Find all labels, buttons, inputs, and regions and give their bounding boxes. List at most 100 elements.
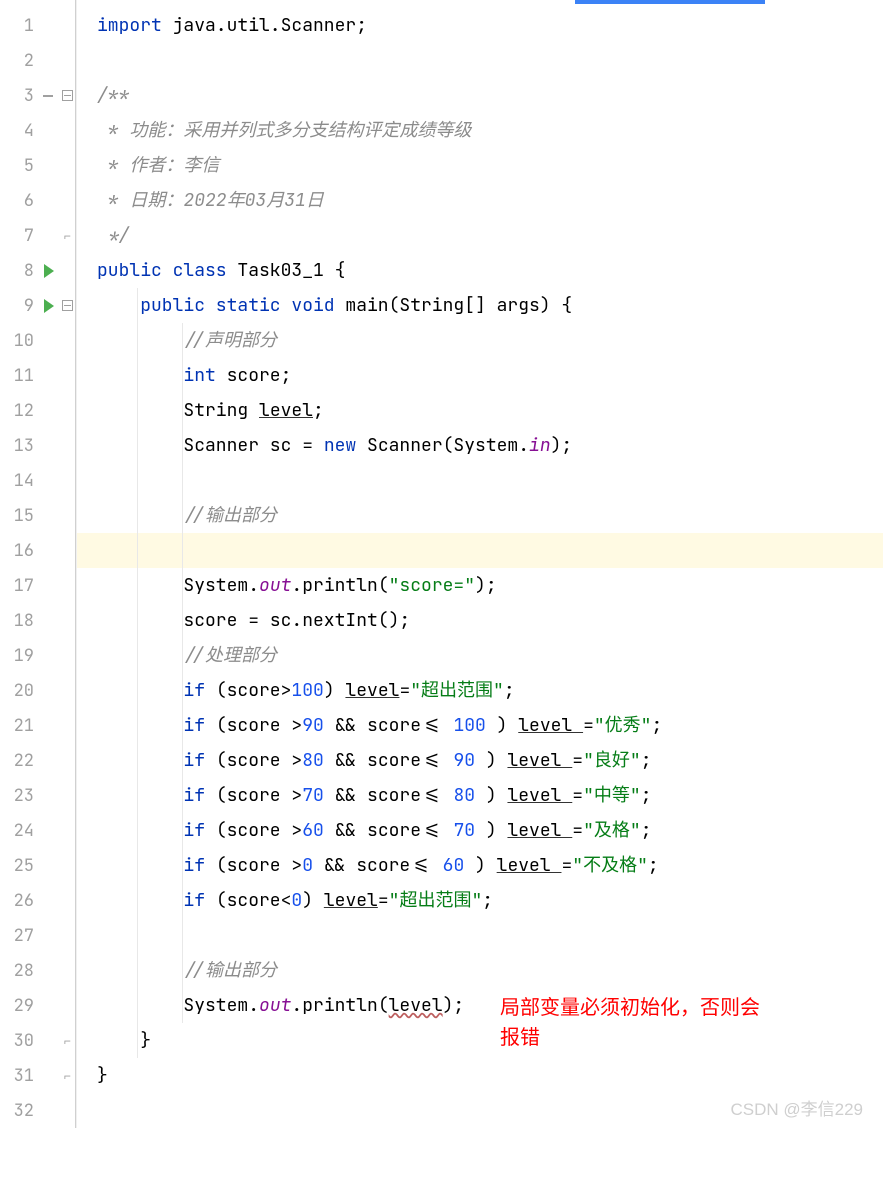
run-icon[interactable] [44, 264, 54, 278]
code-editor[interactable]: 1234567⌐89101112131415161718192021222324… [0, 0, 883, 1128]
indent [97, 994, 183, 1017]
code-line[interactable]: if (score >0 && score<= 60 ) level ="不及格… [77, 848, 883, 883]
gutter-row[interactable]: 29 [0, 988, 75, 1023]
code-line[interactable]: } [77, 1023, 883, 1058]
code-line[interactable]: score = sc.nextInt(); [77, 603, 883, 638]
code-line[interactable]: * 作者：李信 [77, 148, 883, 183]
code-line[interactable] [77, 918, 883, 953]
code-line[interactable]: public static void main(String[] args) { [77, 288, 883, 323]
code-area[interactable]: import java.util.Scanner; /** * 功能：采用并列式多… [76, 0, 883, 1128]
gutter-row[interactable]: 17 [0, 568, 75, 603]
code-line[interactable]: if (score >80 && score<= 90 ) level ="良好… [77, 743, 883, 778]
code-line[interactable] [77, 43, 883, 78]
code-token: System. [183, 994, 259, 1017]
line-number: 5 [0, 155, 38, 177]
code-line[interactable]: //处理部分 [77, 638, 883, 673]
code-line[interactable]: Scanner sc = new Scanner(System.in); [77, 428, 883, 463]
code-token: import [97, 14, 173, 37]
code-line[interactable]: } [77, 1058, 883, 1093]
code-line[interactable]: //声明部分 [77, 323, 883, 358]
code-token: } [140, 1029, 151, 1052]
code-line[interactable]: if (score >70 && score<= 80 ) level ="中等… [77, 778, 883, 813]
code-token: Scanner(System. [367, 434, 529, 457]
gutter-row[interactable]: 12 [0, 393, 75, 428]
code-line[interactable]: if (score<0) level="超出范围"; [77, 883, 883, 918]
gutter-row[interactable]: 7⌐ [0, 218, 75, 253]
code-line[interactable]: /** [77, 78, 883, 113]
gutter-row[interactable]: 8 [0, 253, 75, 288]
code-token: "score=" [389, 574, 475, 597]
gutter-row[interactable]: 13 [0, 428, 75, 463]
gutter-row[interactable]: 10 [0, 323, 75, 358]
gutter-row[interactable]: 32 [0, 1093, 75, 1128]
gutter-row[interactable]: 26 [0, 883, 75, 918]
gutter-row[interactable]: 2 [0, 43, 75, 78]
fold-collapse-icon[interactable] [62, 90, 73, 101]
gutter-row[interactable]: 19 [0, 638, 75, 673]
code-line[interactable]: System.out.println("score="); [77, 568, 883, 603]
code-line[interactable]: if (score>100) level="超出范围"; [77, 673, 883, 708]
code-token: */ [97, 224, 129, 247]
gutter-row[interactable]: 11 [0, 358, 75, 393]
indent [97, 749, 183, 772]
gutter-row[interactable]: 5 [0, 148, 75, 183]
indent-guide [182, 988, 183, 1023]
gutter-row[interactable]: 31⌐ [0, 1058, 75, 1093]
code-token: (score > [216, 749, 302, 772]
code-line[interactable] [77, 463, 883, 498]
code-token: && score<= [324, 854, 443, 877]
gutter: 1234567⌐89101112131415161718192021222324… [0, 0, 76, 1128]
code-token: 100 [291, 679, 323, 702]
code-line[interactable]: int score; [77, 358, 883, 393]
gutter-row[interactable]: 16 [0, 533, 75, 568]
code-line[interactable]: String level; [77, 393, 883, 428]
gutter-row[interactable]: 24 [0, 813, 75, 848]
code-line[interactable]: if (score >60 && score<= 70 ) level ="及格… [77, 813, 883, 848]
gutter-row[interactable]: 14 [0, 463, 75, 498]
code-line[interactable]: * 功能：采用并列式多分支结构评定成绩等级 [77, 113, 883, 148]
code-line[interactable]: import java.util.Scanner; [77, 8, 883, 43]
annotation-line-2: 报错 [500, 1023, 760, 1053]
line-number: 9 [0, 295, 38, 317]
code-token: = [378, 889, 389, 912]
line-number: 4 [0, 120, 38, 142]
watermark: CSDN @李信229 [730, 1095, 863, 1120]
expand-icon [43, 95, 53, 97]
run-icon[interactable] [44, 299, 54, 313]
code-line[interactable]: */ [77, 218, 883, 253]
gutter-row[interactable]: 21 [0, 708, 75, 743]
gutter-row[interactable]: 25 [0, 848, 75, 883]
code-line[interactable] [77, 533, 883, 568]
code-token: level [507, 819, 572, 842]
indent [97, 784, 183, 807]
code-line[interactable]: if (score >90 && score<= 100 ) level ="优… [77, 708, 883, 743]
indent-guide [182, 953, 183, 988]
indent-guide [182, 323, 183, 358]
gutter-row[interactable]: 20 [0, 673, 75, 708]
line-number: 22 [0, 750, 38, 772]
code-token: level [259, 399, 313, 422]
gutter-row[interactable]: 22 [0, 743, 75, 778]
gutter-row[interactable]: 18 [0, 603, 75, 638]
gutter-row[interactable]: 1 [0, 8, 75, 43]
gutter-row[interactable]: 23 [0, 778, 75, 813]
indent-guide [137, 778, 138, 813]
gutter-row[interactable]: 28 [0, 953, 75, 988]
gutter-row[interactable]: 15 [0, 498, 75, 533]
gutter-row[interactable]: 9 [0, 288, 75, 323]
code-line[interactable]: //输出部分 [77, 498, 883, 533]
gutter-row[interactable]: 27 [0, 918, 75, 953]
line-number: 30 [0, 1030, 38, 1052]
code-token: score = sc.nextInt(); [183, 609, 410, 632]
code-line[interactable]: public class Task03_1 { [77, 253, 883, 288]
gutter-row[interactable]: 6 [0, 183, 75, 218]
code-line[interactable]: System.out.println(level); [77, 988, 883, 1023]
code-line[interactable]: //输出部分 [77, 953, 883, 988]
code-token: (score< [216, 889, 292, 912]
gutter-row[interactable]: 3 [0, 78, 75, 113]
line-number: 19 [0, 645, 38, 667]
fold-collapse-icon[interactable] [62, 300, 73, 311]
gutter-row[interactable]: 4 [0, 113, 75, 148]
gutter-row[interactable]: 30⌐ [0, 1023, 75, 1058]
code-line[interactable]: * 日期：2022年03月31日 [77, 183, 883, 218]
